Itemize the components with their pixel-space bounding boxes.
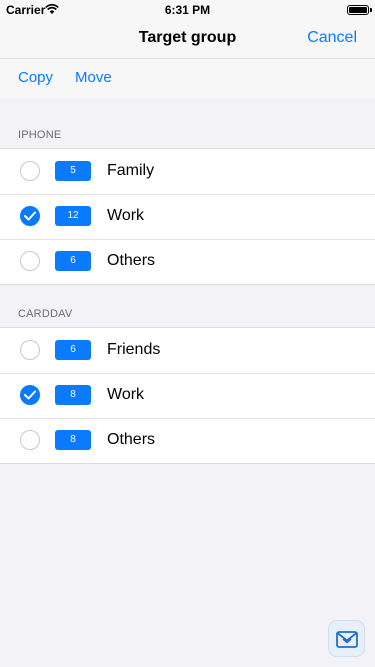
group-row[interactable]: 5 Family <box>0 149 375 194</box>
group-row[interactable]: 12 Work <box>0 194 375 239</box>
battery-cap <box>370 8 372 12</box>
group-row[interactable]: 8 Work <box>0 373 375 418</box>
group-label: Family <box>107 162 155 179</box>
count-badge: 8 <box>55 385 91 405</box>
copy-button[interactable]: Copy <box>18 69 53 86</box>
group-label: Work <box>107 386 145 403</box>
cancel-button[interactable]: Cancel <box>307 29 357 47</box>
radio-unchecked-icon[interactable] <box>20 340 40 360</box>
battery-icon <box>347 5 369 15</box>
count-badge: 12 <box>55 206 91 226</box>
group-row[interactable]: 6 Friends <box>0 328 375 373</box>
count-badge: 6 <box>55 340 91 360</box>
group-label: Others <box>107 431 156 448</box>
status-bar: Carrier 6:31 PM <box>0 0 375 20</box>
section-header-iphone: IPHONE <box>18 129 62 141</box>
radio-unchecked-icon[interactable] <box>20 161 40 181</box>
action-toolbar: Copy Move <box>0 59 375 99</box>
move-button[interactable]: Move <box>75 69 112 86</box>
radio-unchecked-icon[interactable] <box>20 430 40 450</box>
count-badge: 5 <box>55 161 91 181</box>
group-row[interactable]: 8 Others <box>0 418 375 463</box>
checkmark-icon[interactable] <box>20 385 40 405</box>
mail-app-icon <box>328 620 365 657</box>
count-badge: 6 <box>55 251 91 271</box>
checkmark-icon[interactable] <box>20 206 40 226</box>
screen: Carrier 6:31 PM Target group Cancel Copy… <box>0 0 375 667</box>
nav-bar: Target group Cancel <box>0 20 375 59</box>
section-header-carddav: CARDDAV <box>18 308 73 320</box>
group-list-iphone: 5 Family 12 Work 6 Others <box>0 148 375 285</box>
count-badge: 8 <box>55 430 91 450</box>
status-time: 6:31 PM <box>164 3 211 17</box>
group-label: Work <box>107 207 145 224</box>
group-row[interactable]: 6 Others <box>0 239 375 284</box>
radio-unchecked-icon[interactable] <box>20 251 40 271</box>
group-label: Others <box>107 252 156 269</box>
group-label: Friends <box>107 341 161 358</box>
group-list-carddav: 6 Friends 8 Work 8 Others <box>0 327 375 464</box>
